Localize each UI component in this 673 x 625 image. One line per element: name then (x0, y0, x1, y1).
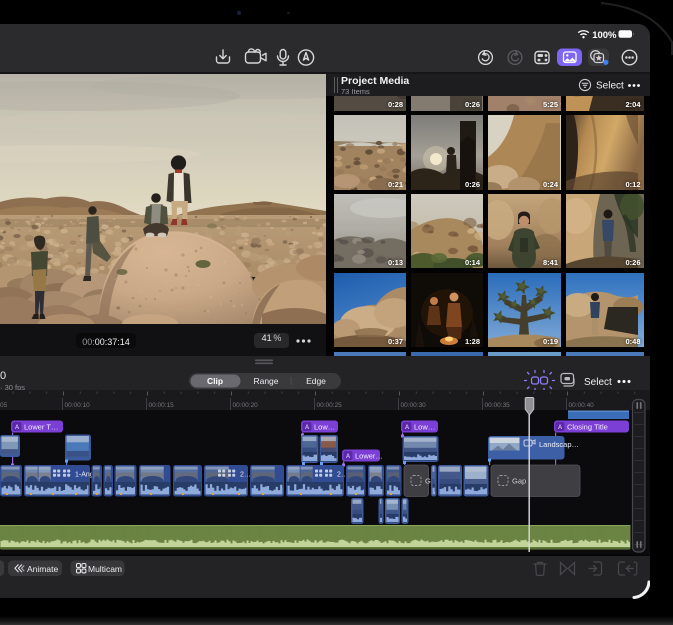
svg-text:00:00:30: 00:00:30 (401, 402, 427, 409)
svg-text:A: A (405, 425, 410, 431)
svg-text:G: G (425, 477, 431, 486)
svg-text:A: A (558, 425, 563, 431)
svg-text:Landscap…: Landscap… (539, 440, 579, 449)
svg-text:05: 05 (0, 402, 8, 409)
svg-text:A: A (305, 425, 310, 431)
svg-text:Edge: Edge (306, 376, 326, 386)
svg-text:0: 0 (0, 370, 6, 382)
svg-text:2…: 2… (240, 472, 251, 479)
svg-text:00:00:25: 00:00:25 (317, 402, 343, 409)
svg-text:00:00:20: 00:00:20 (233, 402, 259, 409)
svg-text:A: A (346, 454, 351, 460)
svg-text:Low…: Low… (414, 423, 435, 432)
svg-text:Multicam: Multicam (88, 564, 122, 574)
svg-text:00:00:35: 00:00:35 (485, 402, 511, 409)
svg-text:Select: Select (596, 81, 624, 92)
svg-text:Closing Title: Closing Title (567, 423, 608, 432)
svg-text:00:00:10: 00:00:10 (65, 402, 91, 409)
svg-text:Clip: Clip (207, 376, 223, 386)
svg-text:Lower T…: Lower T… (24, 423, 58, 432)
svg-text:Lower…: Lower… (355, 452, 383, 461)
svg-text:Low…: Low… (314, 423, 335, 432)
svg-text:00:00:15: 00:00:15 (149, 402, 175, 409)
svg-text:Animate: Animate (27, 564, 58, 574)
svg-text:100%: 100% (592, 30, 617, 41)
svg-text:Range: Range (253, 376, 278, 386)
svg-text:Gap: Gap (512, 477, 526, 486)
svg-text:A: A (15, 425, 20, 431)
svg-text:Select: Select (584, 377, 612, 388)
svg-text:00:00:40: 00:00:40 (569, 402, 595, 409)
